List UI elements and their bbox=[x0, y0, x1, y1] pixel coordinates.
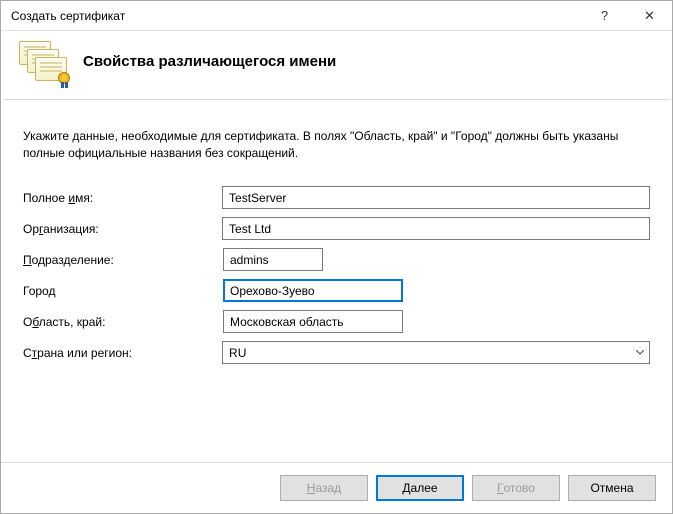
country-input[interactable] bbox=[222, 341, 650, 364]
help-button[interactable]: ? bbox=[582, 1, 627, 30]
label-ou: Подразделение: bbox=[23, 253, 223, 267]
row-common-name: Полное имя: bbox=[23, 185, 650, 211]
instructions-text: Укажите данные, необходимые для сертифик… bbox=[23, 128, 643, 163]
label-common-name: Полное имя: bbox=[23, 191, 222, 205]
ou-input[interactable] bbox=[223, 248, 323, 271]
row-country: Страна или регион: bbox=[23, 340, 650, 366]
state-input[interactable] bbox=[223, 310, 403, 333]
help-icon: ? bbox=[601, 8, 608, 23]
label-city: Город bbox=[23, 284, 223, 298]
titlebar: Создать сертификат ? ✕ bbox=[1, 1, 672, 31]
content-area: Укажите данные, необходимые для сертифик… bbox=[1, 100, 672, 462]
country-select[interactable] bbox=[222, 341, 650, 364]
back-button: Назад bbox=[280, 475, 368, 501]
city-input[interactable] bbox=[223, 279, 403, 302]
label-country: Страна или регион: bbox=[23, 346, 222, 360]
dialog-window: Создать сертификат ? ✕ Свойства различаю… bbox=[0, 0, 673, 514]
finish-button: Готово bbox=[472, 475, 560, 501]
header: Свойства различающегося имени bbox=[1, 31, 672, 99]
row-city: Город bbox=[23, 278, 650, 304]
next-button[interactable]: Далее bbox=[376, 475, 464, 501]
window-title: Создать сертификат bbox=[11, 9, 582, 23]
row-state: Область, край: bbox=[23, 309, 650, 335]
label-state: Область, край: bbox=[23, 315, 223, 329]
row-organization: Организация: bbox=[23, 216, 650, 242]
label-organization: Организация: bbox=[23, 222, 222, 236]
common-name-input[interactable] bbox=[222, 186, 650, 209]
close-button[interactable]: ✕ bbox=[627, 1, 672, 30]
certificate-icon bbox=[19, 41, 65, 81]
row-ou: Подразделение: bbox=[23, 247, 650, 273]
footer: Назад Далее Готово Отмена bbox=[1, 462, 672, 513]
close-icon: ✕ bbox=[644, 8, 655, 24]
organization-input[interactable] bbox=[222, 217, 650, 240]
page-heading: Свойства различающегося имени bbox=[83, 53, 336, 70]
cancel-button[interactable]: Отмена bbox=[568, 475, 656, 501]
